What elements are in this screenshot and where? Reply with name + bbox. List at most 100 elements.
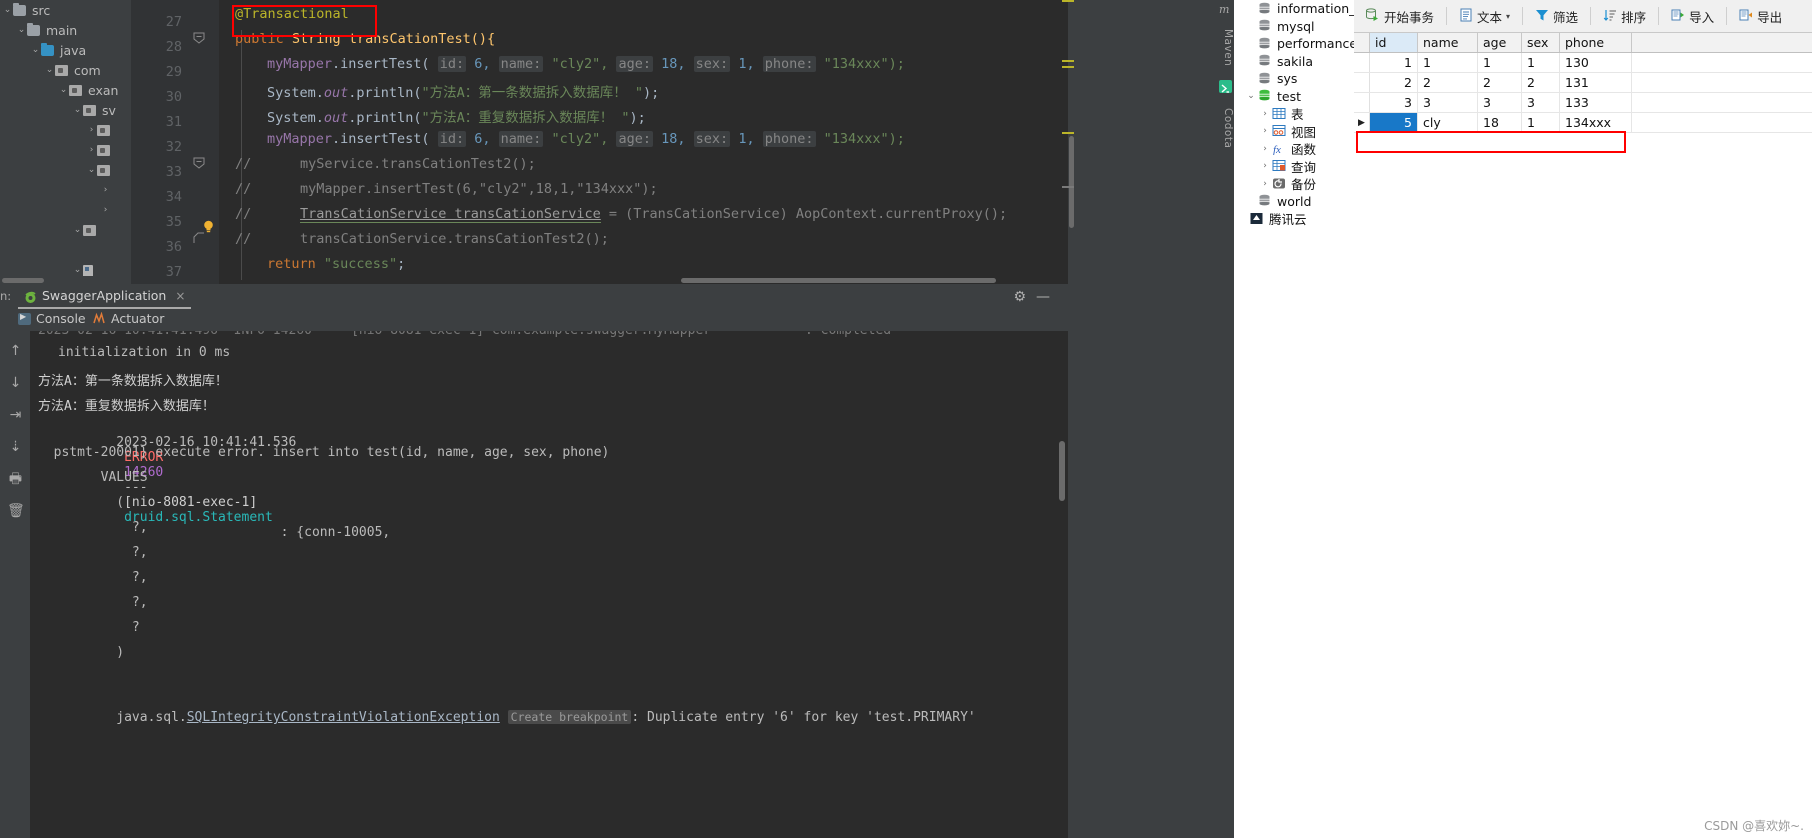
navicat-tree-node[interactable]: ⌄ test bbox=[1234, 88, 1354, 106]
navicat-tree-node[interactable]: › 表 bbox=[1234, 105, 1354, 123]
chevron-right-icon[interactable]: › bbox=[100, 205, 111, 215]
chevron-down-icon[interactable]: ▾ bbox=[1506, 12, 1510, 21]
code-fold-icon[interactable] bbox=[193, 232, 205, 244]
project-tree-node[interactable]: › bbox=[0, 140, 131, 160]
chevron-down-icon[interactable]: ⌄ bbox=[44, 65, 55, 75]
code-line[interactable]: @Transactional bbox=[235, 6, 349, 22]
grid-column-header-age[interactable]: age bbox=[1478, 33, 1522, 52]
project-tree-node[interactable]: ⌄ java bbox=[0, 40, 131, 60]
grid-cell-sex[interactable]: 1 bbox=[1522, 53, 1560, 72]
chevron-down-icon[interactable]: ⌄ bbox=[72, 105, 83, 115]
project-tree-node[interactable]: ⌄ bbox=[0, 220, 131, 240]
chevron-right-icon[interactable]: › bbox=[100, 185, 111, 195]
code-line[interactable]: // TransCationService transCationService… bbox=[235, 206, 1007, 223]
code-content[interactable]: @Transactional public String transCationT… bbox=[219, 0, 1068, 284]
navicat-tree-node[interactable]: world bbox=[1234, 193, 1354, 211]
create-breakpoint-button[interactable]: Create breakpoint bbox=[507, 710, 632, 724]
row-selector[interactable] bbox=[1354, 73, 1370, 92]
navicat-tree-node[interactable]: sys bbox=[1234, 70, 1354, 88]
console-output[interactable]: 2023-02-16 10:41:41.496 INFO 14260 --- [… bbox=[30, 331, 1068, 838]
project-tree-node[interactable]: › bbox=[0, 120, 131, 140]
project-tree-node[interactable]: › bbox=[0, 200, 131, 220]
grid-cell-age[interactable]: 2 bbox=[1478, 73, 1522, 92]
project-tree-node[interactable]: › bbox=[0, 180, 131, 200]
grid-cell-phone[interactable]: 134xxx bbox=[1560, 113, 1632, 132]
grid-row[interactable]: 3 3 3 3 133 bbox=[1354, 93, 1812, 113]
codota-tool-label[interactable]: Codota bbox=[1216, 98, 1234, 158]
chevron-down-icon[interactable]: ⌄ bbox=[86, 165, 97, 175]
project-tree-node[interactable]: ⌄ src bbox=[0, 0, 131, 20]
chevron-right-icon[interactable]: › bbox=[1258, 179, 1272, 189]
toolbar-button-2[interactable]: 文本 ▾ bbox=[1454, 5, 1515, 28]
grid-column-header-sex[interactable]: sex bbox=[1522, 33, 1560, 52]
code-line[interactable]: // transCationService.transCationTest2()… bbox=[235, 231, 609, 247]
row-selector[interactable] bbox=[1354, 93, 1370, 112]
chevron-down-icon[interactable]: ⌄ bbox=[58, 85, 69, 95]
grid-column-header-phone[interactable]: phone bbox=[1560, 33, 1632, 52]
run-tab-swaggerapplication[interactable]: SwaggerApplication × bbox=[18, 284, 192, 309]
tab-console[interactable]: Console bbox=[18, 311, 86, 326]
editor-gutter[interactable]: 27 28 29 30 31 32 33 34 35 36 37 bbox=[131, 0, 219, 284]
editor-vscrollbar[interactable] bbox=[1069, 136, 1074, 228]
clear-all-icon[interactable]: 🗑 bbox=[7, 503, 25, 520]
exception-class-link[interactable]: SQLIntegrityConstraintViolationException bbox=[187, 710, 500, 725]
grid-cell-name[interactable]: 1 bbox=[1418, 53, 1478, 72]
console-toolbar[interactable]: ↑ ↓ ⇥ ⇣ 🖶 🗑 bbox=[0, 331, 30, 838]
toolbar-button-5[interactable]: 导入 bbox=[1666, 5, 1719, 28]
navicat-tree-node[interactable]: performance_s bbox=[1234, 35, 1370, 53]
console-vscrollbar[interactable] bbox=[1059, 441, 1065, 501]
chevron-down-icon[interactable]: ⌄ bbox=[72, 265, 83, 275]
chevron-right-icon[interactable]: › bbox=[1258, 109, 1272, 119]
code-line[interactable]: System.out.println("方法A：第一条数据拆入数据库！ "); bbox=[267, 81, 659, 101]
project-tree-node[interactable]: ⌄ sv bbox=[0, 100, 131, 120]
grid-cell-phone[interactable]: 133 bbox=[1560, 93, 1632, 112]
grid-cell-age[interactable]: 3 bbox=[1478, 93, 1522, 112]
project-tree-node[interactable] bbox=[0, 240, 131, 260]
code-line[interactable]: return "success"; bbox=[267, 256, 405, 272]
toolbar-button-6[interactable]: 导出 bbox=[1734, 5, 1787, 28]
grid-cell-sex[interactable]: 1 bbox=[1522, 113, 1560, 132]
project-tree-node[interactable]: ⌄ bbox=[0, 160, 131, 180]
grid-cell-phone[interactable]: 131 bbox=[1560, 73, 1632, 92]
grid-row[interactable]: ▶ 5 cly 18 1 134xxx bbox=[1354, 113, 1812, 133]
code-fold-icon[interactable] bbox=[193, 157, 205, 169]
code-line[interactable]: public String transCationTest(){ bbox=[235, 31, 495, 47]
navicat-data-grid[interactable]: id name age sex phone 1 1 1 1 130 2 2 2 2 131 3 3 3 3 133 ▶… bbox=[1354, 33, 1812, 838]
chevron-right-icon[interactable]: › bbox=[1258, 144, 1272, 154]
project-tree-node[interactable]: ⌄ com bbox=[0, 60, 131, 80]
grid-cell-sex[interactable]: 3 bbox=[1522, 93, 1560, 112]
grid-cell-age[interactable]: 18 bbox=[1478, 113, 1522, 132]
code-line[interactable]: myMapper.insertTest( id: 6, name: "cly2"… bbox=[267, 56, 905, 72]
row-selector[interactable] bbox=[1354, 53, 1370, 72]
grid-column-header-id[interactable]: id bbox=[1370, 33, 1418, 52]
grid-cell-name[interactable]: 2 bbox=[1418, 73, 1478, 92]
ide-right-tool-strip[interactable]: Maven m Codota bbox=[1216, 0, 1234, 284]
code-editor[interactable]: 27 28 29 30 31 32 33 34 35 36 37 @Transactional pub… bbox=[131, 0, 1068, 284]
code-line[interactable]: // myService.transCationTest2(); bbox=[235, 156, 536, 172]
toolbar-button-1[interactable]: 开始事务 bbox=[1360, 5, 1439, 28]
minimize-icon[interactable]: — bbox=[1036, 289, 1050, 305]
print-icon[interactable]: 🖶 bbox=[7, 471, 24, 488]
navicat-tree-node[interactable]: sakila bbox=[1234, 53, 1354, 71]
code-fold-icon[interactable] bbox=[193, 32, 205, 44]
navicat-tree-node[interactable]: › fx 函数 bbox=[1234, 140, 1354, 158]
grid-cell-id[interactable]: 1 bbox=[1370, 53, 1418, 72]
chevron-down-icon[interactable]: ⌄ bbox=[72, 225, 83, 235]
code-line[interactable]: System.out.println("方法A：重复数据拆入数据库！ "); bbox=[267, 106, 646, 126]
chevron-down-icon[interactable]: ⌄ bbox=[2, 5, 13, 15]
project-tree-node[interactable]: ⌄ exan bbox=[0, 80, 131, 100]
soft-wrap-icon[interactable]: ⇥ bbox=[7, 407, 24, 424]
grid-body[interactable]: 1 1 1 1 130 2 2 2 2 131 3 3 3 3 133 ▶ 5 cly 18 1 134xxx bbox=[1354, 53, 1812, 133]
toolbar-button-3[interactable]: 筛选 bbox=[1530, 5, 1583, 28]
scroll-to-end-icon[interactable]: ⇣ bbox=[7, 439, 24, 456]
chevron-right-icon[interactable]: › bbox=[1258, 126, 1272, 136]
grid-row[interactable]: 1 1 1 1 130 bbox=[1354, 53, 1812, 73]
chevron-down-icon[interactable]: ⌄ bbox=[1244, 91, 1258, 101]
grid-cell-id[interactable]: 2 bbox=[1370, 73, 1418, 92]
navicat-database-tree[interactable]: information_sc mysql performance_s sakila sy… bbox=[1234, 0, 1370, 838]
grid-cell-id[interactable]: 5 bbox=[1370, 113, 1418, 132]
grid-cell-name[interactable]: 3 bbox=[1418, 93, 1478, 112]
code-line[interactable]: myMapper.insertTest( id: 6, name: "cly2"… bbox=[267, 131, 905, 147]
scroll-down-icon[interactable]: ↓ bbox=[7, 375, 24, 392]
navicat-tree-node[interactable]: › 查询 bbox=[1234, 158, 1354, 176]
